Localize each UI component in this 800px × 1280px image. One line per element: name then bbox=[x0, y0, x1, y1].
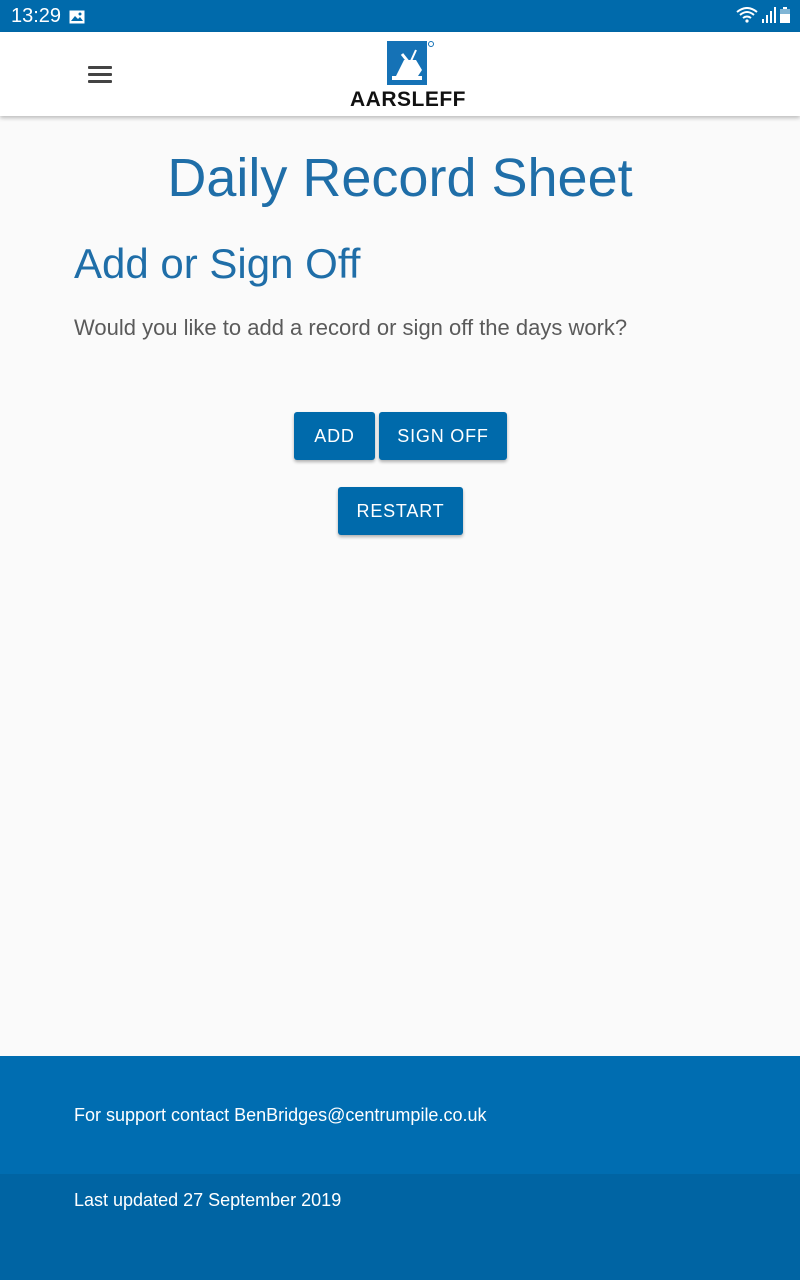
page-title: Daily Record Sheet bbox=[167, 148, 633, 208]
support-text[interactable]: For support contact BenBridges@centrumpi… bbox=[74, 1103, 486, 1127]
footer-updated: Last updated 27 September 2019 bbox=[0, 1174, 800, 1280]
logo-mark bbox=[387, 41, 434, 85]
question-text: Would you like to add a record or sign o… bbox=[74, 315, 628, 340]
section-title: Add or Sign Off bbox=[74, 240, 361, 287]
image-icon bbox=[69, 9, 85, 28]
signal-icon bbox=[762, 7, 776, 27]
wifi-icon bbox=[736, 7, 758, 27]
sign-off-button[interactable]: SIGN OFF bbox=[379, 412, 507, 460]
hamburger-menu-icon[interactable] bbox=[82, 58, 118, 90]
add-button[interactable]: ADD bbox=[294, 412, 375, 460]
battery-icon bbox=[780, 7, 790, 27]
status-time: 13:29 bbox=[11, 5, 62, 27]
status-icons bbox=[736, 7, 790, 27]
footer-support: For support contact BenBridges@centrumpi… bbox=[0, 1056, 800, 1174]
status-bar: 13:29 bbox=[0, 0, 800, 32]
logo-text: AARSLEFF bbox=[350, 88, 466, 111]
app-bar: AARSLEFF bbox=[0, 32, 800, 116]
last-updated-text: Last updated 27 September 2019 bbox=[74, 1190, 342, 1210]
restart-button[interactable]: RESTART bbox=[338, 487, 463, 535]
aarsleff-logo: AARSLEFF bbox=[346, 40, 470, 112]
